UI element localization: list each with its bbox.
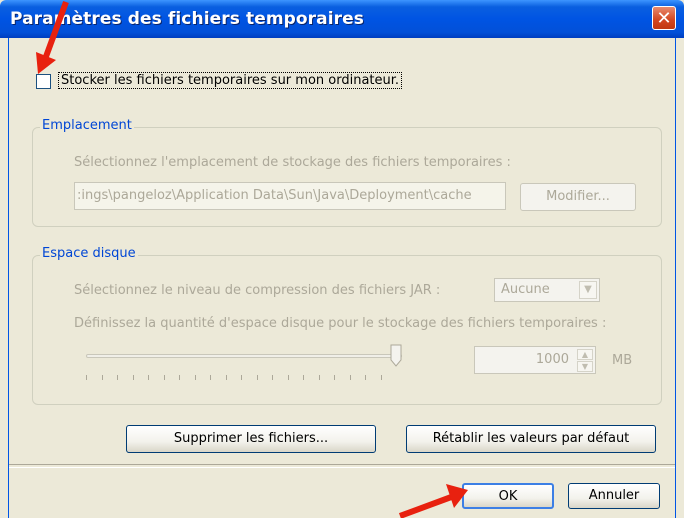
compression-select[interactable]: Aucune ▼ [494,278,600,302]
dialog-window: Paramètres des fichiers temporaires ✕ St… [0,0,684,518]
slider-tick [179,375,180,380]
location-group-title: Emplacement [40,118,134,133]
separator [9,464,675,468]
slider-tick [349,375,351,380]
cache-path-field[interactable]: :ings\pangeloz\Application Data\Sun\Java… [74,182,506,210]
slider-tick [194,375,196,380]
slider-tick [272,375,273,380]
slider-tick [287,375,289,380]
compression-value: Aucune [501,282,550,297]
slider-tick [225,375,227,380]
slider-tick [117,375,118,380]
store-temp-files-label[interactable]: Stocker les fichiers temporaires sur mon… [58,72,403,89]
slider-tick [365,375,366,380]
slider-ticks [86,375,386,381]
space-prompt: Définissez la quantité d'espace disque p… [74,316,607,331]
spin-up-icon[interactable]: ▲ [577,349,593,360]
restore-defaults-button[interactable]: Rétablir les valeurs par défaut [406,425,656,453]
disk-space-spinner[interactable]: 1000 ▲ ▼ [474,346,596,374]
annotation-arrow-ok-icon [398,484,468,518]
disk-space-unit: MB [612,353,633,368]
slider-tick [334,375,335,380]
slider-tick [256,375,258,380]
slider-tick [303,375,304,380]
slider-tick [101,375,103,380]
disk-space-slider[interactable] [86,354,402,358]
location-group [32,127,662,227]
slider-tick [380,375,382,380]
slider-thumb[interactable] [390,344,402,368]
location-prompt: Sélectionnez l'emplacement de stockage d… [74,155,511,170]
close-button[interactable]: ✕ [652,6,676,30]
slider-tick [318,375,320,380]
disk-space-group-title: Espace disque [40,246,138,261]
disk-space-value: 1000 [535,352,569,367]
spin-down-icon[interactable]: ▼ [577,361,593,372]
cancel-button[interactable]: Annuler [568,483,660,509]
slider-tick [241,375,242,380]
annotation-arrow-icon [36,0,69,74]
delete-files-button[interactable]: Supprimer les fichiers... [126,425,376,453]
slider-tick [86,375,87,380]
chevron-down-icon[interactable]: ▼ [579,281,597,299]
modify-button[interactable]: Modifier... [520,183,636,211]
slider-tick [210,375,211,380]
title-bar[interactable]: Paramètres des fichiers temporaires ✕ [0,0,684,38]
slider-tick [148,375,149,380]
slider-tick [163,375,165,380]
compression-prompt: Sélectionnez le niveau de compression de… [74,283,441,298]
slider-tick [132,375,134,380]
